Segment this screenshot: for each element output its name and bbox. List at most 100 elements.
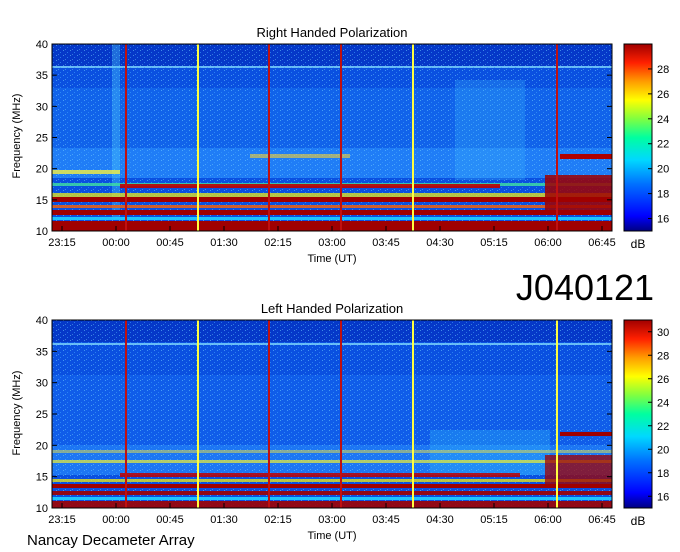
top-colorbar-scale [623, 43, 653, 232]
bottom-spectrogram [51, 319, 613, 509]
bottom-x-tick-label: 03:00 [318, 514, 346, 526]
top-noise-texture [52, 44, 612, 231]
top-y-tick-label: 25 [36, 133, 48, 145]
bottom-marker-3 [268, 320, 270, 508]
bottom-marker-5 [412, 320, 414, 508]
top-x-tick-label: 05:15 [480, 237, 508, 249]
top-y-tick-label: 35 [36, 70, 48, 82]
bottom-x-tick-label: 03:45 [372, 514, 400, 526]
top-x-tick-label: 23:15 [48, 237, 76, 249]
top-band-14mhz [52, 205, 612, 208]
bottom-colorbar-tick-label: 28 [657, 350, 669, 362]
bottom-x-tick-label: 01:30 [210, 514, 238, 526]
top-band-19mhz-a [52, 170, 120, 174]
bottom-x-tick-label: 05:15 [480, 514, 508, 526]
bottom-colorbar-unit: dB [631, 514, 646, 528]
top-y-tick-label: 10 [36, 226, 48, 238]
top-x-tick-label: 06:45 [588, 237, 616, 249]
top-band-15mhz-b [52, 197, 612, 202]
bottom-y-axis-label: Frequency (MHz) [11, 371, 23, 456]
top-x-tick-label: 00:45 [156, 237, 184, 249]
top-colorbar-tick-label: 22 [657, 139, 669, 151]
top-colorbar-tick-label: 18 [657, 189, 669, 201]
bottom-x-tick-label: 06:45 [588, 514, 616, 526]
top-y-tick-label: 15 [36, 195, 48, 207]
top-band-12mhz [52, 217, 612, 220]
top-broadband-stripe [112, 44, 120, 219]
top-band-15mhz-a [52, 193, 612, 197]
top-broadband-patch [455, 80, 525, 180]
bottom-band-11mhz [52, 497, 612, 500]
bottom-y-tick-label: 25 [36, 409, 48, 421]
bottom-band-14mhz-b [52, 484, 612, 488]
top-y-tick-label: 20 [36, 164, 48, 176]
top-band-21mhz-late [560, 154, 612, 159]
top-band-13mhz [52, 210, 612, 215]
bottom-marker-1 [125, 320, 127, 508]
bottom-colorbar-scale [623, 319, 653, 509]
footer-credit: Nancay Decameter Array [27, 532, 195, 549]
top-x-tick-label: 03:00 [318, 237, 346, 249]
top-colorbar-tick-label: 16 [657, 214, 669, 226]
bottom-colorbar-tick-label: 26 [657, 374, 669, 386]
bottom-band-15mhz [120, 473, 520, 477]
bottom-colorbar-tick-label: 24 [657, 397, 669, 409]
bottom-y-tick-label: 30 [36, 378, 48, 390]
bottom-colorbar-tick-label: 18 [657, 468, 669, 480]
top-marker-1 [125, 44, 127, 231]
bottom-colorbar-tick-label: 20 [657, 444, 669, 456]
bottom-colorbar-tick-label: 30 [657, 327, 669, 339]
bottom-x-tick-label: 00:45 [156, 514, 184, 526]
bottom-late-burst [545, 455, 612, 485]
top-colorbar-tick-label: 26 [657, 89, 669, 101]
top-marker-6 [556, 44, 558, 231]
bottom-band-17mhz [52, 460, 612, 463]
top-colorbar: 16 18 20 22 24 26 28 dB [623, 43, 669, 251]
top-colorbar-tick-label: 20 [657, 164, 669, 176]
bottom-x-tick-label: 02:15 [264, 514, 292, 526]
top-x-tick-label: 01:30 [210, 237, 238, 249]
bottom-x-tick-label: 06:00 [534, 514, 562, 526]
top-marker-4 [340, 44, 342, 231]
top-x-tick-label: 06:00 [534, 237, 562, 249]
bottom-y-tick-label: 20 [36, 440, 48, 452]
top-marker-3 [268, 44, 270, 231]
bottom-x-tick-label: 04:30 [426, 514, 454, 526]
dynamic-spectrum-figure: Right Handed Polarization Frequency (MHz… [11, 25, 669, 549]
panel-left-polarization: Left Handed Polarization Frequency (MHz) [11, 301, 669, 542]
top-marker-5 [412, 44, 414, 231]
bottom-band-12mhz [52, 491, 612, 495]
bottom-marker-4 [340, 320, 342, 508]
top-y-axis-label: Frequency (MHz) [11, 94, 23, 179]
top-title: Right Handed Polarization [256, 25, 407, 40]
top-marker-2 [197, 44, 199, 231]
top-y-tick-label: 40 [36, 39, 48, 51]
top-colorbar-tick-label: 24 [657, 114, 669, 126]
bottom-x-tick-label: 23:15 [48, 514, 76, 526]
panel-right-polarization: Right Handed Polarization Frequency (MHz… [11, 25, 669, 265]
bottom-band-14mhz-a [52, 479, 612, 482]
top-x-tick-label: 00:00 [102, 237, 130, 249]
top-x-tick-label: 03:45 [372, 237, 400, 249]
bottom-colorbar-tick-label: 16 [657, 491, 669, 503]
top-band-21mhz [250, 154, 350, 158]
top-y-tick-label: 30 [36, 101, 48, 113]
bottom-colorbar: 16 18 20 22 24 26 28 30 dB [623, 319, 669, 528]
bottom-y-tick-label: 35 [36, 346, 48, 358]
top-spectrogram [51, 43, 613, 232]
figure-label: J040121 [516, 267, 654, 308]
bottom-y-tick-label: 15 [36, 472, 48, 484]
bottom-title: Left Handed Polarization [261, 301, 403, 316]
top-colorbar-unit: dB [631, 237, 646, 251]
top-x-tick-label: 04:30 [426, 237, 454, 249]
top-x-axis-label: Time (UT) [307, 253, 356, 265]
top-x-tick-label: 02:15 [264, 237, 292, 249]
bottom-marker-6 [556, 320, 558, 508]
top-colorbar-tick-label: 28 [657, 64, 669, 76]
top-band-17mhz-b [120, 184, 500, 188]
bottom-x-axis-label: Time (UT) [307, 530, 356, 542]
bottom-y-tick-label: 10 [36, 503, 48, 515]
bottom-y-tick-label: 40 [36, 315, 48, 327]
bottom-marker-2 [197, 320, 199, 508]
bottom-x-tick-label: 00:00 [102, 514, 130, 526]
